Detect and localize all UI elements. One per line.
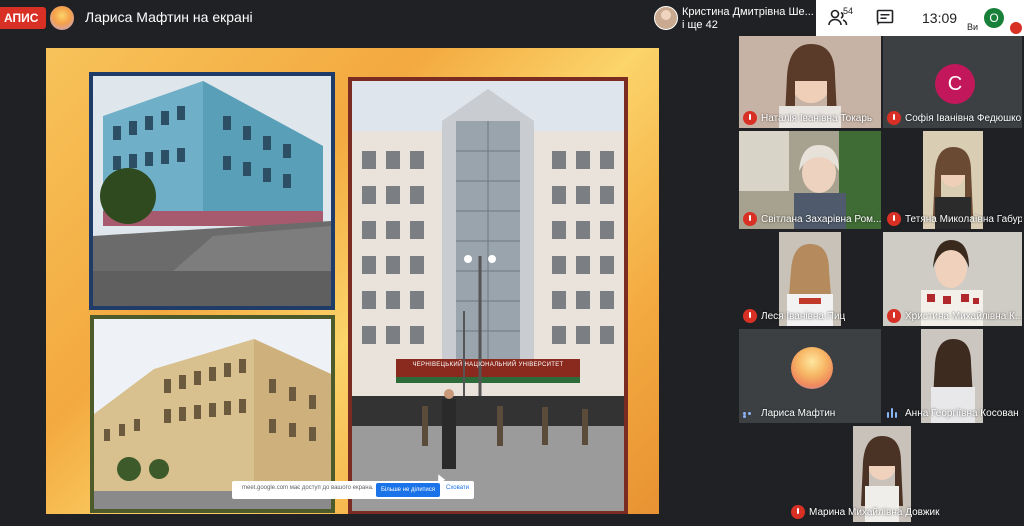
participant-name: Марина Михайлівна Довжик: [809, 507, 940, 518]
mic-off-icon: [1010, 22, 1022, 34]
participant-name: Софія Іванівна Федюшко: [905, 113, 1022, 124]
avatar: [791, 347, 833, 389]
participant-tile[interactable]: С Софія Іванівна Федюшко: [883, 36, 1022, 128]
mic-off-icon: [887, 309, 901, 323]
presenter-title: Лариса Мафтин на екрані: [85, 9, 253, 25]
participant-name: Христина Михайлівна К...: [905, 311, 1022, 322]
participant-chip-name: Кристина Дмитрівна Ше...: [682, 6, 814, 18]
blue-building-photo: [89, 72, 335, 310]
mic-off-icon: [887, 212, 901, 226]
people-count: 54: [843, 6, 854, 16]
participant-tile[interactable]: Христина Михайлівна К...: [883, 232, 1022, 326]
top-bar: АПИС Лариса Мафтин на екрані Кристина Дм…: [0, 0, 1024, 36]
mic-off-icon: [743, 212, 757, 226]
avatar: [654, 6, 678, 30]
self-label: Ви: [967, 22, 979, 32]
presenter-avatar: [50, 6, 74, 30]
participant-name: Тетяна Миколаївна Габур: [905, 214, 1022, 225]
participant-tile[interactable]: Наталія Іванівна Токарь: [739, 36, 881, 128]
speaking-indicator-icon: [743, 412, 757, 418]
participant-name: Анна Георгіївна Косован: [905, 408, 1019, 419]
participant-name: Світлана Захарівна Ром...: [761, 214, 881, 225]
mic-off-icon: [791, 505, 805, 519]
shared-screen: ЧЕРНІВЕЦЬКИЙ НАЦІОНАЛЬНИЙ УНІВЕРСИТЕТ me…: [0, 36, 735, 526]
participant-name: Леся Іванівна Пиц: [761, 311, 846, 322]
presentation-slide: ЧЕРНІВЕЦЬКИЙ НАЦІОНАЛЬНИЙ УНІВЕРСИТЕТ: [46, 48, 659, 514]
chat-icon[interactable]: [876, 9, 894, 27]
hide-share-bar-button[interactable]: Сховати: [446, 485, 469, 491]
screen-share-bar: meet.google.com має доступ до вашого екр…: [232, 481, 474, 499]
mic-off-icon: [743, 309, 757, 323]
participant-tile[interactable]: Тетяна Миколаївна Габур: [883, 131, 1022, 229]
share-notice-text: meet.google.com має доступ до вашого екр…: [242, 485, 374, 491]
university-sign: ЧЕРНІВЕЦЬКИЙ НАЦІОНАЛЬНИЙ УНІВЕРСИТЕТ: [412, 362, 564, 368]
self-avatar[interactable]: О: [984, 8, 1004, 28]
participant-name: Лариса Мафтин: [761, 408, 836, 419]
clock: 13:09: [922, 10, 958, 26]
audio-level-icon: [887, 408, 901, 418]
recording-badge: АПИС: [0, 7, 47, 29]
stop-sharing-button[interactable]: Більше не ділитися: [376, 483, 440, 497]
participant-chip-more: і ще 42: [682, 19, 718, 31]
participant-tile[interactable]: Анна Георгіївна Косован: [883, 329, 1022, 423]
participant-tile[interactable]: Леся Іванівна Пиц: [739, 232, 881, 326]
university-building-photo: ЧЕРНІВЕЦЬКИЙ НАЦІОНАЛЬНИЙ УНІВЕРСИТЕТ: [348, 77, 628, 514]
participant-tile[interactable]: Світлана Захарівна Ром...: [739, 131, 881, 229]
mic-off-icon: [887, 111, 901, 125]
participant-tile[interactable]: Лариса Мафтин: [739, 329, 881, 423]
participant-name: Наталія Іванівна Токарь: [761, 113, 873, 124]
participant-chip[interactable]: Кристина Дмитрівна Ше... і ще 42: [652, 4, 814, 32]
mic-off-icon: [743, 111, 757, 125]
avatar: С: [935, 64, 975, 104]
participant-tile[interactable]: Марина Михайлівна Довжик: [787, 426, 973, 522]
